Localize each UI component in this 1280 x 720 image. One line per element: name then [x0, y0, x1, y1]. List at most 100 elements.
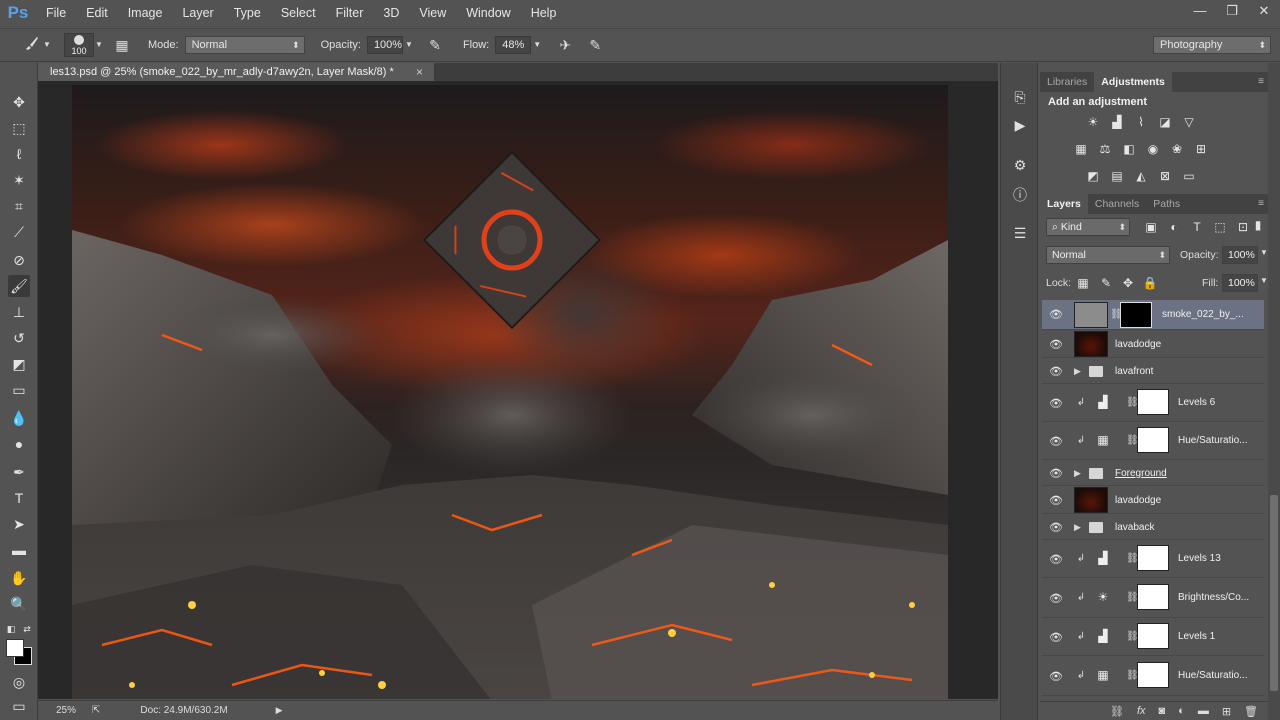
tab-adjustments[interactable]: Adjustments [1094, 72, 1172, 92]
channel-mixer-icon[interactable]: ❀ [1168, 141, 1186, 157]
layer-row[interactable]: 👁 ▶ lavafront [1042, 358, 1264, 384]
color-lookup-icon[interactable]: ⊞ [1192, 141, 1210, 157]
layer-mask-thumbnail[interactable] [1137, 389, 1169, 415]
visibility-eye-icon[interactable]: 👁 [1048, 670, 1064, 683]
airbrush-icon[interactable]: ✈ [555, 35, 575, 55]
layer-mask-thumbnail[interactable] [1137, 584, 1169, 610]
brush-panel-toggle-icon[interactable]: ▦ [112, 35, 132, 55]
layer-row[interactable]: 👁 ↲ ▟ ⛓ Levels 1 [1042, 618, 1264, 656]
layer-row[interactable]: 👁 ↲ ▟ ⛓ Levels 6 [1042, 384, 1264, 422]
rectangle-tool-icon[interactable]: ▬ [8, 539, 30, 561]
default-colors-icon[interactable]: ◧ [4, 618, 18, 640]
layer-row[interactable]: 👁 ▶ lavaback [1042, 514, 1264, 540]
visibility-eye-icon[interactable]: 👁 [1048, 631, 1064, 644]
link-layers-icon[interactable]: ⛓ [1110, 705, 1124, 718]
marquee-tool-icon[interactable]: ⬚ [8, 117, 30, 139]
info-panel-icon[interactable]: ⓘ [1010, 185, 1030, 205]
menu-select[interactable]: Select [271, 0, 326, 26]
filter-shape-icon[interactable]: ⬚ [1211, 219, 1229, 235]
opacity-slider-arrow-icon[interactable]: ▼ [403, 35, 415, 55]
tab-channels[interactable]: Channels [1088, 194, 1146, 214]
menu-edit[interactable]: Edit [76, 0, 118, 26]
menu-help[interactable]: Help [521, 0, 567, 26]
curves-icon[interactable]: ⌇ [1132, 114, 1150, 130]
filter-pixel-icon[interactable]: ▣ [1142, 219, 1160, 235]
canvas-area[interactable] [38, 81, 998, 699]
fill-input[interactable]: 100% [1222, 274, 1258, 292]
zoom-tool-icon[interactable]: 🔍 [8, 593, 30, 615]
filter-type-icon[interactable]: T [1188, 219, 1206, 235]
pressure-opacity-icon[interactable]: ✎ [425, 35, 445, 55]
actions-panel-icon[interactable]: ▶ [1010, 115, 1030, 135]
lock-image-icon[interactable]: ✎ [1097, 275, 1115, 291]
lock-all-icon[interactable]: 🔒 [1141, 275, 1159, 291]
healing-brush-tool-icon[interactable]: ⊘ [8, 249, 30, 271]
adjustments-panel-menu-icon[interactable]: ≡ [1254, 72, 1268, 92]
clone-stamp-tool-icon[interactable]: ⊥ [8, 301, 30, 323]
pressure-size-icon[interactable]: ✎ [585, 35, 605, 55]
flow-slider-arrow-icon[interactable]: ▼ [531, 35, 543, 55]
menu-filter[interactable]: Filter [326, 0, 374, 26]
visibility-eye-icon[interactable]: 👁 [1048, 592, 1064, 605]
eraser-tool-icon[interactable]: ◩ [8, 353, 30, 375]
pen-tool-icon[interactable]: ✒ [8, 461, 30, 483]
delete-layer-icon[interactable]: 🗑 [1244, 705, 1258, 718]
close-button[interactable]: ✕ [1248, 0, 1280, 22]
visibility-eye-icon[interactable]: 👁 [1048, 435, 1064, 448]
fill-arrow-icon[interactable]: ▼ [1260, 276, 1268, 285]
brush-tool-preset-icon[interactable] [22, 35, 42, 55]
gradient-tool-icon[interactable]: ▭ [8, 379, 30, 401]
threshold-icon[interactable]: ◭ [1132, 168, 1150, 184]
layer-row[interactable]: 👁 ⛓ smoke_022_by_... [1042, 300, 1264, 330]
document-tab[interactable]: les13.psd @ 25% (smoke_022_by_mr_adly-d7… [38, 63, 434, 81]
eyedropper-tool-icon[interactable]: ⟋ [8, 221, 30, 243]
history-brush-tool-icon[interactable]: ↺ [8, 327, 30, 349]
tab-layers[interactable]: Layers [1040, 194, 1088, 214]
screen-mode-icon[interactable]: ▭ [8, 695, 30, 717]
layer-style-fx-icon[interactable]: fx [1137, 705, 1146, 717]
lasso-tool-icon[interactable]: ℓ [8, 143, 30, 165]
brush-size-dropdown-icon[interactable]: ▼ [94, 35, 104, 55]
visibility-eye-icon[interactable]: 👁 [1048, 308, 1064, 321]
layer-row[interactable]: 👁 ▶ Foreground [1042, 460, 1264, 486]
preset-dropdown-arrow-icon[interactable]: ▼ [42, 35, 52, 55]
group-expand-icon[interactable]: ▶ [1074, 468, 1081, 479]
lock-position-icon[interactable]: ✥ [1119, 275, 1137, 291]
mode-select[interactable]: Normal [184, 36, 305, 54]
menu-3d[interactable]: 3D [373, 0, 409, 26]
exposure-icon[interactable]: ◪ [1156, 114, 1174, 130]
layer-row[interactable]: 👁 lavadodge [1042, 486, 1264, 514]
brush-size-picker[interactable]: 100 [64, 33, 94, 57]
path-selection-tool-icon[interactable]: ➤ [8, 513, 30, 535]
menu-image[interactable]: Image [118, 0, 173, 26]
swap-colors-icon[interactable]: ⇄ [20, 618, 34, 640]
new-adjustment-layer-icon[interactable]: ◐ [1178, 705, 1185, 717]
new-group-icon[interactable]: ▬ [1198, 705, 1209, 717]
black-white-icon[interactable]: ◧ [1120, 141, 1138, 157]
layer-row[interactable]: 👁 ↲ ☀ ⛓ Brightness/Co... [1042, 578, 1264, 618]
filter-toggle-icon[interactable]: ▮ [1252, 217, 1264, 233]
minimize-button[interactable]: — [1184, 0, 1216, 22]
dodge-tool-icon[interactable]: ● [8, 433, 30, 455]
export-icon[interactable]: ⇱ [92, 705, 100, 716]
type-tool-icon[interactable]: T [8, 487, 30, 509]
layers-scrollbar-thumb[interactable] [1270, 495, 1278, 691]
group-expand-icon[interactable]: ▶ [1074, 366, 1081, 377]
visibility-eye-icon[interactable]: 👁 [1048, 467, 1064, 480]
layer-row[interactable]: 👁 ↲ ▟ ⛓ Levels 13 [1042, 540, 1264, 578]
layer-filter-kind-select[interactable]: ⌕ Kind [1046, 218, 1130, 236]
visibility-eye-icon[interactable]: 👁 [1048, 494, 1064, 507]
brush-tool-icon[interactable]: 🖌 [8, 275, 30, 297]
lock-transparency-icon[interactable]: ▦ [1074, 275, 1092, 291]
layer-mask-thumbnail[interactable] [1137, 662, 1169, 688]
layer-mask-thumbnail[interactable] [1137, 427, 1169, 453]
posterize-icon[interactable]: ▤ [1108, 168, 1126, 184]
artwork-image[interactable] [72, 85, 948, 699]
visibility-eye-icon[interactable]: 👁 [1048, 521, 1064, 534]
properties-panel-icon[interactable]: ⚙ [1010, 155, 1030, 175]
layer-opacity-arrow-icon[interactable]: ▼ [1260, 248, 1268, 257]
move-tool-icon[interactable]: ✥ [8, 91, 30, 113]
layer-opacity-input[interactable]: 100% [1222, 246, 1258, 264]
hand-tool-icon[interactable]: ✋ [8, 567, 30, 589]
invert-icon[interactable]: ◩ [1084, 168, 1102, 184]
